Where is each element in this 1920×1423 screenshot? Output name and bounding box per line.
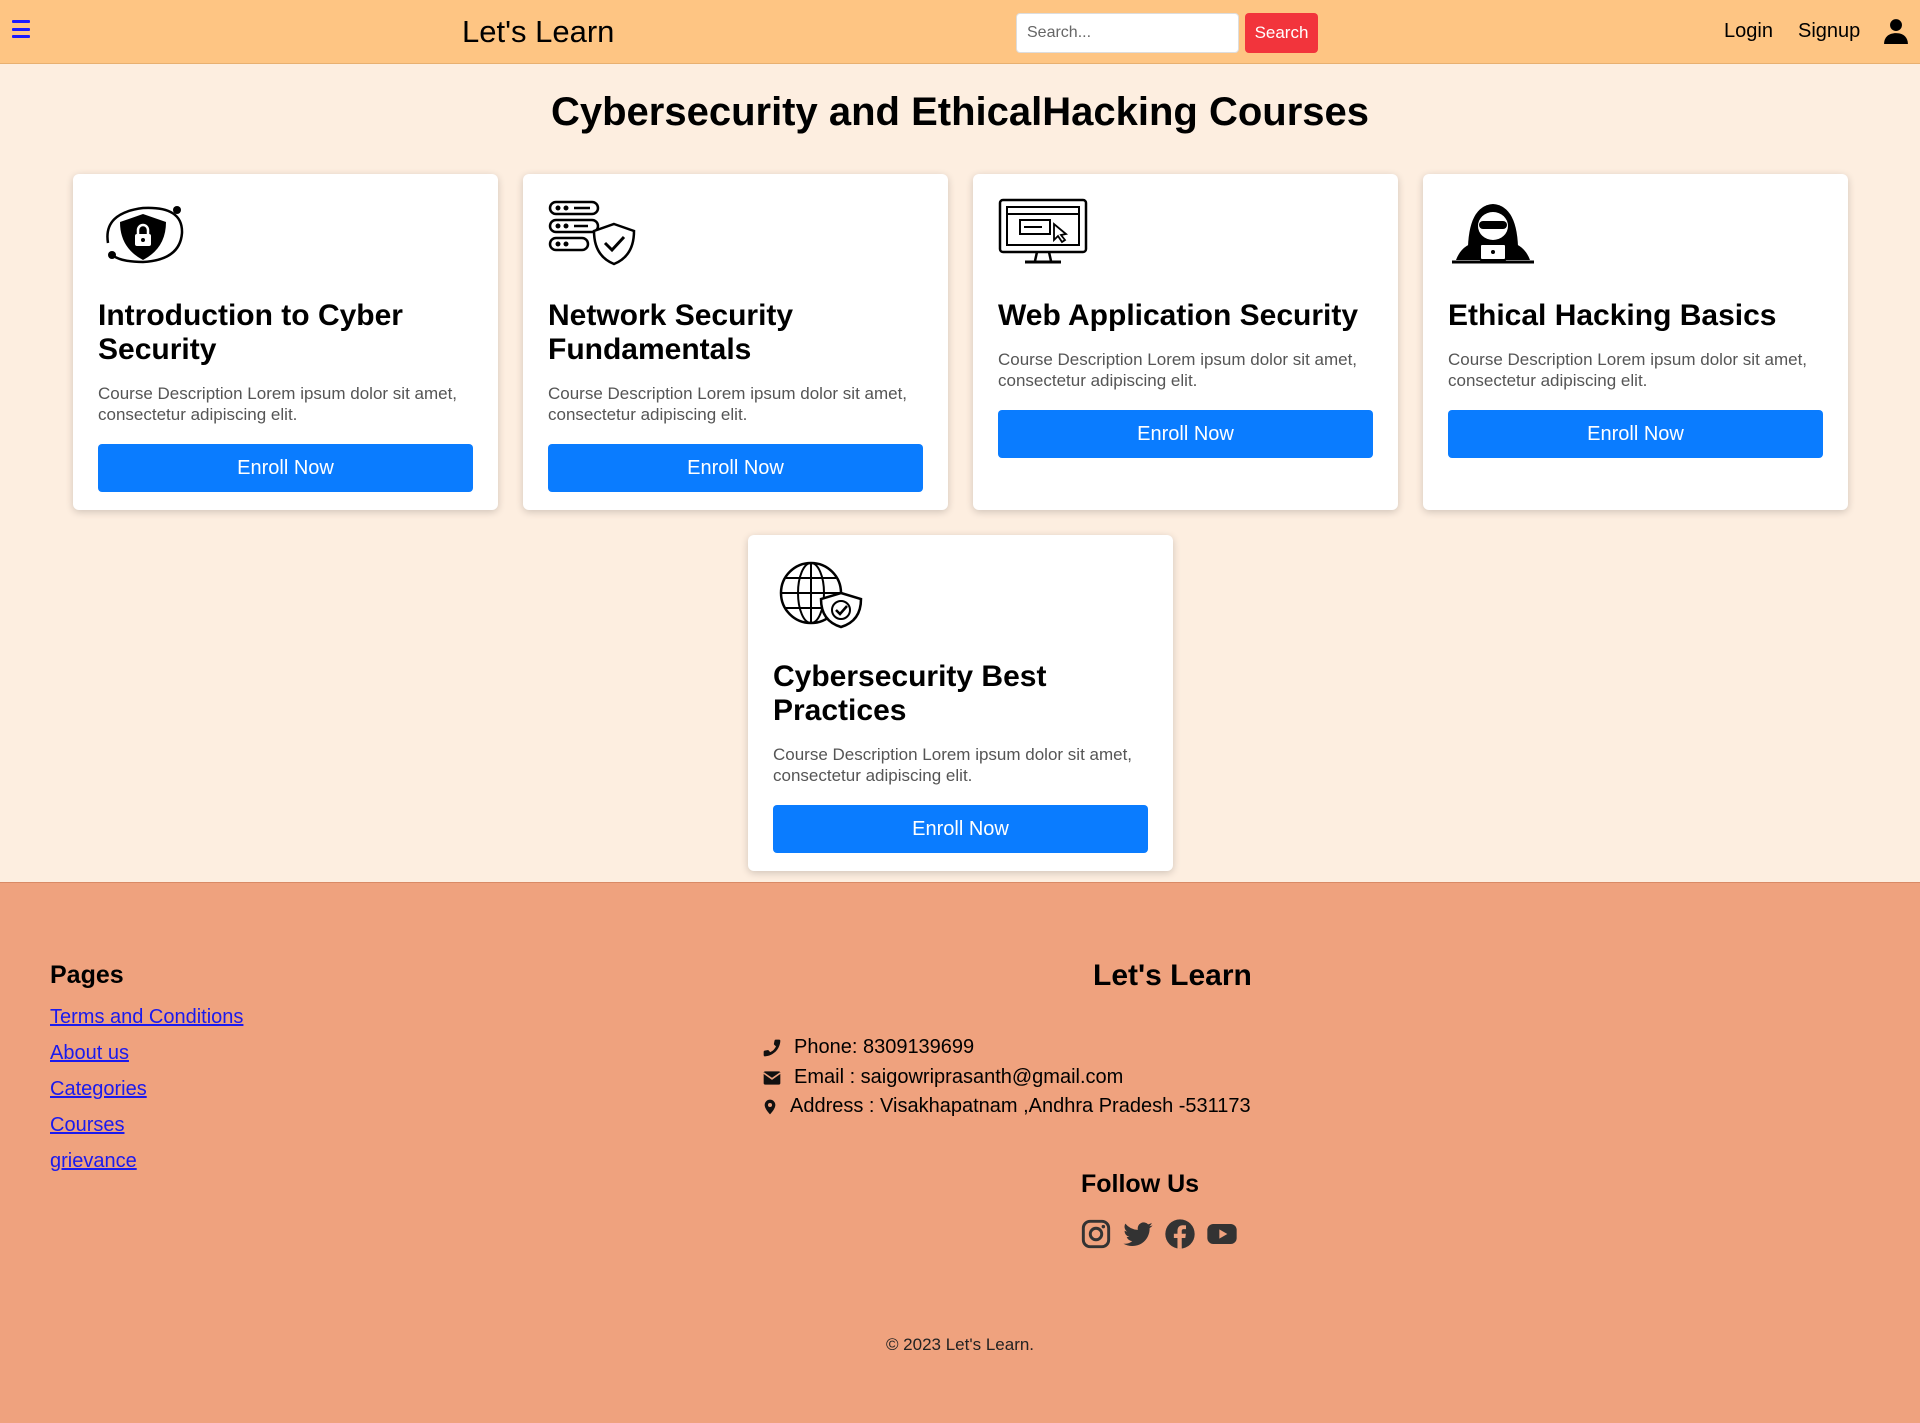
copyright-text: © 2023 Let's Learn.: [885, 1335, 1035, 1354]
top-navbar: Let's Learn Search Login Signup: [0, 0, 1920, 64]
contact-email: Email : saigowriprasanth@gmail.com: [762, 1066, 1123, 1089]
categories-link[interactable]: Categories: [50, 1078, 147, 1100]
search-input[interactable]: [1016, 13, 1239, 53]
hamburger-menu-icon[interactable]: [12, 20, 30, 38]
address-text: Address : Visakhapatnam ,Andhra Pradesh …: [790, 1095, 1251, 1117]
footer: Pages Terms and Conditions About us Cate…: [0, 882, 1920, 1423]
course-title: Web Application Security: [998, 299, 1359, 332]
course-card: Introduction to Cyber Security Course De…: [73, 174, 498, 510]
enroll-now-button[interactable]: Enroll Now: [998, 410, 1373, 458]
login-link[interactable]: Login: [1724, 20, 1773, 43]
twitter-icon[interactable]: [1122, 1218, 1154, 1250]
course-description: Course Description Lorem ipsum dolor sit…: [548, 384, 908, 424]
social-links: [1080, 1218, 1238, 1250]
footer-brand: Let's Learn: [1093, 959, 1252, 992]
course-title: Cybersecurity Best Practices: [773, 660, 1047, 727]
enroll-now-button[interactable]: Enroll Now: [98, 444, 473, 492]
about-us-link[interactable]: About us: [50, 1042, 129, 1064]
enroll-now-button[interactable]: Enroll Now: [548, 444, 923, 492]
enroll-now-button[interactable]: Enroll Now: [1448, 410, 1823, 458]
course-card: Cybersecurity Best Practices Course Desc…: [748, 535, 1173, 871]
follow-us-heading: Follow Us: [1081, 1170, 1200, 1198]
email-text: Email : saigowriprasanth@gmail.com: [794, 1066, 1124, 1088]
courses-link[interactable]: Courses: [50, 1114, 124, 1136]
course-description: Course Description Lorem ipsum dolor sit…: [773, 745, 1133, 785]
page-title: Cybersecurity and EthicalHacking Courses: [550, 90, 1370, 134]
server-shield-icon: [548, 200, 636, 266]
course-description: Course Description Lorem ipsum dolor sit…: [1448, 350, 1808, 390]
contact-address: Address : Visakhapatnam ,Andhra Pradesh …: [762, 1095, 1251, 1118]
phone-text: Phone: 8309139699: [794, 1036, 975, 1058]
course-card: Network Security Fundamentals Course Des…: [523, 174, 948, 510]
shield-lock-icon: [106, 206, 184, 264]
course-description: Course Description Lorem ipsum dolor sit…: [998, 350, 1358, 390]
monitor-web-icon: [998, 198, 1088, 264]
signup-link[interactable]: Signup: [1798, 20, 1860, 43]
course-title: Introduction to Cyber Security: [98, 299, 403, 366]
course-card: Ethical Hacking Basics Course Descriptio…: [1423, 174, 1848, 510]
footer-pages-heading: Pages: [50, 961, 124, 989]
contact-phone: Phone: 8309139699: [762, 1036, 974, 1059]
phone-icon: [763, 1039, 781, 1056]
course-card: Web Application Security Course Descript…: [973, 174, 1398, 510]
enroll-now-button[interactable]: Enroll Now: [773, 805, 1148, 853]
search-button[interactable]: Search: [1245, 13, 1318, 53]
course-description: Course Description Lorem ipsum dolor sit…: [98, 384, 458, 424]
course-title: Ethical Hacking Basics: [1448, 299, 1777, 332]
map-pin-icon: [764, 1099, 776, 1114]
envelope-icon: [763, 1070, 781, 1085]
brand-logo-text[interactable]: Let's Learn: [462, 14, 614, 50]
terms-link[interactable]: Terms and Conditions: [50, 1006, 243, 1028]
youtube-icon[interactable]: [1206, 1218, 1238, 1250]
globe-shield-icon: [779, 561, 863, 629]
user-profile-icon[interactable]: [1883, 18, 1909, 44]
grievance-link[interactable]: grievance: [50, 1150, 137, 1172]
instagram-icon[interactable]: [1080, 1218, 1112, 1250]
course-title: Network Security Fundamentals: [548, 299, 794, 366]
footer-links-list: Terms and Conditions About us Categories…: [50, 1006, 243, 1186]
facebook-icon[interactable]: [1164, 1218, 1196, 1250]
hacker-icon: [1452, 204, 1534, 264]
